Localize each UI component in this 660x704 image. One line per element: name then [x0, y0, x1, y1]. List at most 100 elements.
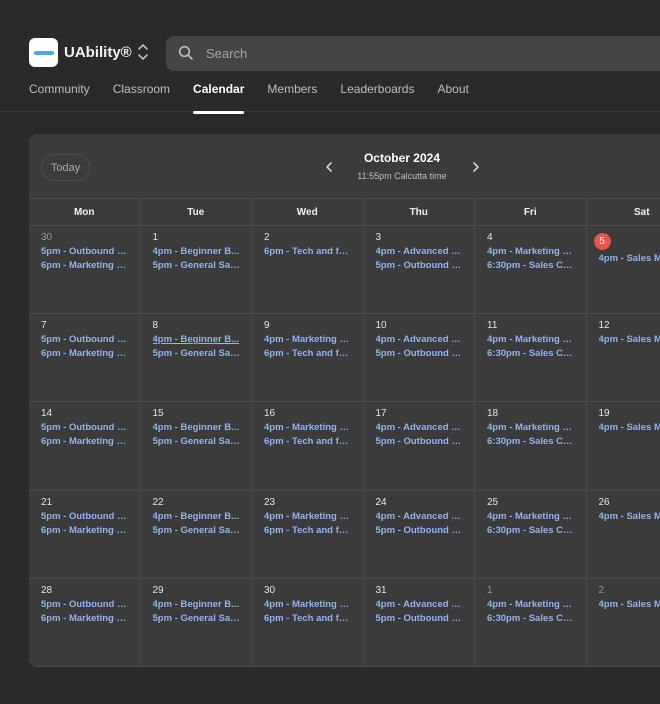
day-cell[interactable]: 5 4pm - Sales M [587, 226, 660, 313]
day-cell[interactable]: 17 4pm - Advanced B... 5pm - Outbound a... [364, 402, 475, 490]
calendar-event[interactable]: 4pm - Advanced B... [376, 510, 464, 524]
day-cell[interactable]: 28 5pm - Outbound & ... 6pm - Marketing a.… [29, 578, 141, 666]
calendar-event[interactable]: 6pm - Marketing a... [41, 347, 129, 361]
calendar-event[interactable]: 5pm - Outbound & ... [41, 421, 129, 435]
calendar-event[interactable]: 4pm - Marketing &... [264, 333, 352, 347]
calendar-event[interactable]: 6pm - Marketing a... [41, 259, 129, 273]
calendar-event[interactable]: 6:30pm - Sales Cal... [487, 435, 575, 449]
calendar-event[interactable]: 4pm - Beginner B... [153, 510, 241, 524]
calendar-event[interactable]: 4pm - Beginner B... [153, 598, 241, 612]
calendar-event[interactable]: 5pm - General Sal... [153, 347, 241, 361]
calendar-event[interactable]: 4pm - Marketing Q... [487, 245, 575, 259]
calendar-event[interactable]: 5pm - Outbound a... [376, 347, 464, 361]
tab-leaderboards[interactable]: Leaderboards [340, 82, 414, 114]
calendar-event[interactable]: 4pm - Sales M [599, 252, 660, 266]
day-cell[interactable]: 31 4pm - Advanced B... 5pm - Outbound a... [364, 578, 475, 666]
calendar-event[interactable]: 6pm - Marketing a... [41, 612, 129, 626]
calendar-event[interactable]: 4pm - Marketing Q... [487, 333, 575, 347]
calendar-event[interactable]: 5pm - General Sal... [153, 524, 241, 538]
calendar-event[interactable]: 4pm - Marketing Q... [487, 510, 575, 524]
day-cell[interactable]: 18 4pm - Marketing Q... 6:30pm - Sales Cal… [475, 402, 587, 490]
calendar-event[interactable]: 4pm - Sales M [599, 333, 660, 347]
calendar-event[interactable]: 5pm - General Sal... [153, 612, 241, 626]
calendar-event[interactable]: 5pm - General Sal... [153, 435, 241, 449]
search-bar[interactable] [166, 36, 660, 71]
calendar-event[interactable]: 5pm - Outbound & ... [41, 245, 129, 259]
calendar-event[interactable]: 6:30pm - Sales Cal... [487, 259, 575, 273]
day-cell[interactable]: 25 4pm - Marketing Q... 6:30pm - Sales Cal… [475, 490, 587, 578]
day-cell[interactable]: 23 4pm - Marketing &... 6pm - Tech and fu.… [252, 490, 364, 578]
calendar-event[interactable]: 6pm - Marketing a... [41, 524, 129, 538]
day-cell[interactable]: 29 4pm - Beginner B... 5pm - General Sal..… [141, 578, 252, 666]
chevron-up-down-icon[interactable] [135, 42, 151, 62]
day-cell[interactable]: 16 4pm - Marketing &... 6pm - Tech and fu.… [252, 402, 364, 490]
day-cell[interactable]: 3 4pm - Advanced B... 5pm - Outbound a... [364, 226, 475, 314]
calendar-event[interactable]: 4pm - Beginner B... [153, 333, 241, 347]
calendar-event[interactable]: 4pm - Marketing Q... [487, 598, 575, 612]
calendar-event[interactable]: 5pm - Outbound a... [376, 259, 464, 273]
day-cell[interactable]: 14 5pm - Outbound & ... 6pm - Marketing a.… [29, 402, 141, 490]
day-cell[interactable]: 2 6pm - Tech and fu... [252, 226, 364, 314]
calendar-event[interactable]: 4pm - Advanced B... [376, 421, 464, 435]
community-logo[interactable] [29, 38, 58, 67]
calendar-event[interactable]: 4pm - Marketing Q... [487, 421, 575, 435]
calendar-event[interactable]: 4pm - Marketing &... [264, 510, 352, 524]
calendar-event[interactable]: 4pm - Advanced B... [376, 333, 464, 347]
calendar-event[interactable]: 5pm - Outbound a... [376, 612, 464, 626]
calendar-event[interactable]: 6:30pm - Sales Cal... [487, 524, 575, 538]
day-cell[interactable]: 30 5pm - Outbound & ... 6pm - Marketing a.… [29, 226, 141, 314]
calendar-event[interactable]: 6pm - Tech and fu... [264, 435, 352, 449]
calendar-event[interactable]: 6pm - Tech and fu... [264, 245, 352, 259]
calendar-event[interactable]: 6pm - Tech and fu... [264, 524, 352, 538]
day-number: 10 [375, 320, 387, 332]
calendar-event[interactable]: 6pm - Marketing a... [41, 435, 129, 449]
day-cell[interactable]: 2 4pm - Sales M [587, 579, 660, 666]
day-cell[interactable]: 8 4pm - Beginner B... 5pm - General Sal... [141, 314, 252, 402]
calendar-event[interactable]: 6pm - Tech and fu... [264, 612, 352, 626]
calendar-event[interactable]: 5pm - Outbound & ... [41, 598, 129, 612]
week-row: 21 5pm - Outbound & ... 6pm - Marketing a.… [29, 490, 660, 579]
tab-members[interactable]: Members [267, 82, 317, 114]
calendar-event[interactable]: 4pm - Beginner B... [153, 421, 241, 435]
calendar-event[interactable]: 5pm - Outbound a... [376, 435, 464, 449]
day-cell[interactable]: 19 4pm - Sales M [587, 402, 660, 489]
day-cell[interactable]: 1 4pm - Beginner B... 5pm - General Sal... [141, 226, 252, 314]
calendar-event[interactable]: 4pm - Beginner B... [153, 245, 241, 259]
calendar-event[interactable]: 4pm - Advanced B... [376, 598, 464, 612]
calendar-event[interactable]: 5pm - Outbound a... [376, 524, 464, 538]
calendar-event[interactable]: 4pm - Sales M [599, 510, 660, 524]
tab-calendar[interactable]: Calendar [193, 82, 245, 114]
day-cell[interactable]: 21 5pm - Outbound & ... 6pm - Marketing a.… [29, 490, 141, 578]
chevron-right-icon[interactable] [469, 160, 483, 174]
day-cell[interactable]: 22 4pm - Beginner B... 5pm - General Sal..… [141, 490, 252, 578]
day-cell[interactable]: 15 4pm - Beginner B... 5pm - General Sal..… [141, 402, 252, 490]
community-name[interactable]: UAbility® [64, 44, 132, 61]
calendar-event[interactable]: 4pm - Marketing &... [264, 598, 352, 612]
calendar-event[interactable]: 4pm - Sales M [599, 421, 660, 435]
day-cell[interactable]: 30 4pm - Marketing &... 6pm - Tech and fu.… [252, 578, 364, 666]
day-cell[interactable]: 9 4pm - Marketing &... 6pm - Tech and fu..… [252, 314, 364, 402]
calendar-event[interactable]: 4pm - Marketing &... [264, 421, 352, 435]
calendar-event[interactable]: 6:30pm - Sales Cal... [487, 612, 575, 626]
calendar-event[interactable]: 4pm - Sales M [599, 598, 660, 612]
day-cell[interactable]: 26 4pm - Sales M [587, 491, 660, 578]
day-cell[interactable]: 1 4pm - Marketing Q... 6:30pm - Sales Cal.… [475, 578, 587, 666]
tab-about[interactable]: About [437, 82, 468, 114]
day-cell[interactable]: 11 4pm - Marketing Q... 6:30pm - Sales Cal… [475, 314, 587, 402]
day-cell[interactable]: 10 4pm - Advanced B... 5pm - Outbound a... [364, 314, 475, 402]
tab-community[interactable]: Community [29, 82, 90, 114]
calendar-event[interactable]: 5pm - Outbound & ... [41, 333, 129, 347]
search-input[interactable] [206, 36, 606, 71]
day-cell[interactable]: 7 5pm - Outbound & ... 6pm - Marketing a..… [29, 314, 141, 402]
calendar-event[interactable]: 6:30pm - Sales Cal... [487, 347, 575, 361]
calendar-event[interactable]: 5pm - General Sal... [153, 259, 241, 273]
calendar-event[interactable]: 4pm - Advanced B... [376, 245, 464, 259]
chevron-left-icon[interactable] [322, 160, 336, 174]
day-cell[interactable]: 24 4pm - Advanced B... 5pm - Outbound a... [364, 490, 475, 578]
tab-classroom[interactable]: Classroom [113, 82, 170, 114]
day-cell[interactable]: 4 4pm - Marketing Q... 6:30pm - Sales Cal.… [475, 226, 587, 314]
calendar-event[interactable]: 6pm - Tech and fu... [264, 347, 352, 361]
calendar-event[interactable]: 5pm - Outbound & ... [41, 510, 129, 524]
today-button[interactable]: Today [41, 154, 90, 181]
day-cell[interactable]: 12 4pm - Sales M [587, 314, 660, 401]
